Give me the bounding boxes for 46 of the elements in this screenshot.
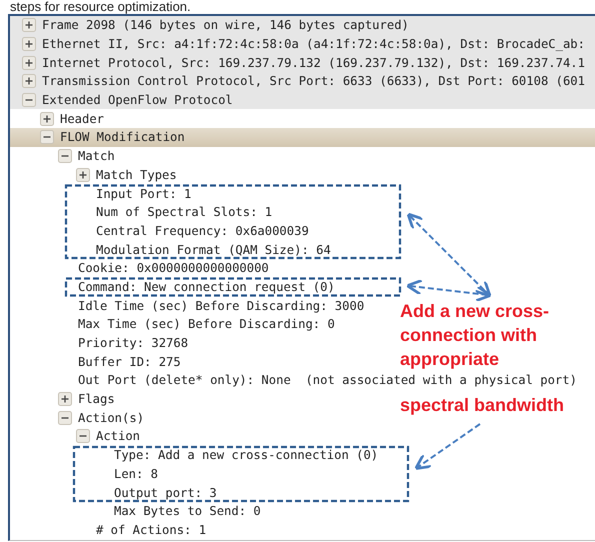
tree-row[interactable]: Header <box>10 109 106 128</box>
tree-row[interactable]: Transmission Control Protocol, Src Port: 6633 (6633), Dst Port: 60108 (601 <box>10 72 595 91</box>
expand-icon[interactable] <box>40 112 54 126</box>
arrow <box>414 423 481 470</box>
tree-row[interactable]: Cookie: 0x0000000000000000 <box>10 258 271 278</box>
tree-row[interactable]: Input Port: 1 <box>10 184 194 203</box>
tree-row[interactable]: Extended OpenFlow Protocol <box>10 90 595 110</box>
tree-row[interactable]: Max Bytes to Send: 0 <box>10 502 263 521</box>
tree-row[interactable]: # of Actions: 1 <box>10 520 208 540</box>
collapse-icon[interactable] <box>22 93 36 108</box>
annotation-text: spectral bandwidth <box>400 394 564 416</box>
expand-icon[interactable] <box>22 18 36 32</box>
tree-row[interactable]: Output port: 3 <box>10 483 219 502</box>
tree-row[interactable]: Idle Time (sec) Before Discarding: 3000 <box>10 296 366 315</box>
caption-text: steps for resource optimization. <box>10 0 191 14</box>
tree-row[interactable]: Frame 2098 (146 bytes on wire, 146 bytes captured) <box>10 16 595 35</box>
tree-row[interactable]: Out Port (delete* only): None (not associated with a physical port) <box>10 371 579 390</box>
collapse-icon[interactable] <box>58 149 72 164</box>
tree-row[interactable]: Num of Spectral Slots: 1 <box>10 202 274 222</box>
tree-row[interactable]: Len: 8 <box>10 464 160 484</box>
tree-row[interactable]: Internet Protocol, Src: 169.237.79.132 (169.237.79.132), Dst: 169.237.74.1 <box>10 53 595 72</box>
expand-icon[interactable] <box>76 168 90 182</box>
expand-icon[interactable] <box>22 74 36 88</box>
tree-row[interactable]: Action(s) <box>10 408 146 428</box>
tree-row[interactable]: Command: New connection request (0) <box>10 278 337 296</box>
tree-row[interactable]: Action <box>10 427 142 446</box>
tree-row[interactable]: Match Types <box>10 166 179 184</box>
tree-row[interactable]: FLOW Modification <box>10 128 595 147</box>
tree-row[interactable]: Central Frequency: 0x6a000039 <box>10 222 311 240</box>
collapse-icon[interactable] <box>40 130 54 144</box>
tree-row[interactable]: Match <box>10 146 117 166</box>
expand-icon[interactable] <box>22 56 36 70</box>
tree-row[interactable]: Buffer ID: 275 <box>10 352 183 372</box>
tree-row[interactable]: Type: Add a new cross-connection (0) <box>10 446 380 464</box>
tree-row[interactable]: Flags <box>10 390 117 408</box>
tree-row[interactable]: Modulation Format (QAM Size): 64 <box>10 240 333 259</box>
tree-row[interactable]: Max Time (sec) Before Discarding: 0 <box>10 315 337 334</box>
tree-row[interactable]: Ethernet II, Src: a4:1f:72:4c:58:0a (a4:1f:72:4c:58:0a), Dst: BrocadeC_ab: <box>10 34 595 54</box>
annotation-text: connection with <box>400 324 537 346</box>
annotation-text: Add a new cross- <box>400 300 550 322</box>
collapse-icon[interactable] <box>58 410 72 425</box>
collapse-icon[interactable] <box>76 429 90 444</box>
annotation-text: appropriate <box>400 348 500 370</box>
expand-icon[interactable] <box>58 392 72 406</box>
expand-icon[interactable] <box>22 37 36 52</box>
tree-row[interactable]: Priority: 32768 <box>10 334 190 352</box>
